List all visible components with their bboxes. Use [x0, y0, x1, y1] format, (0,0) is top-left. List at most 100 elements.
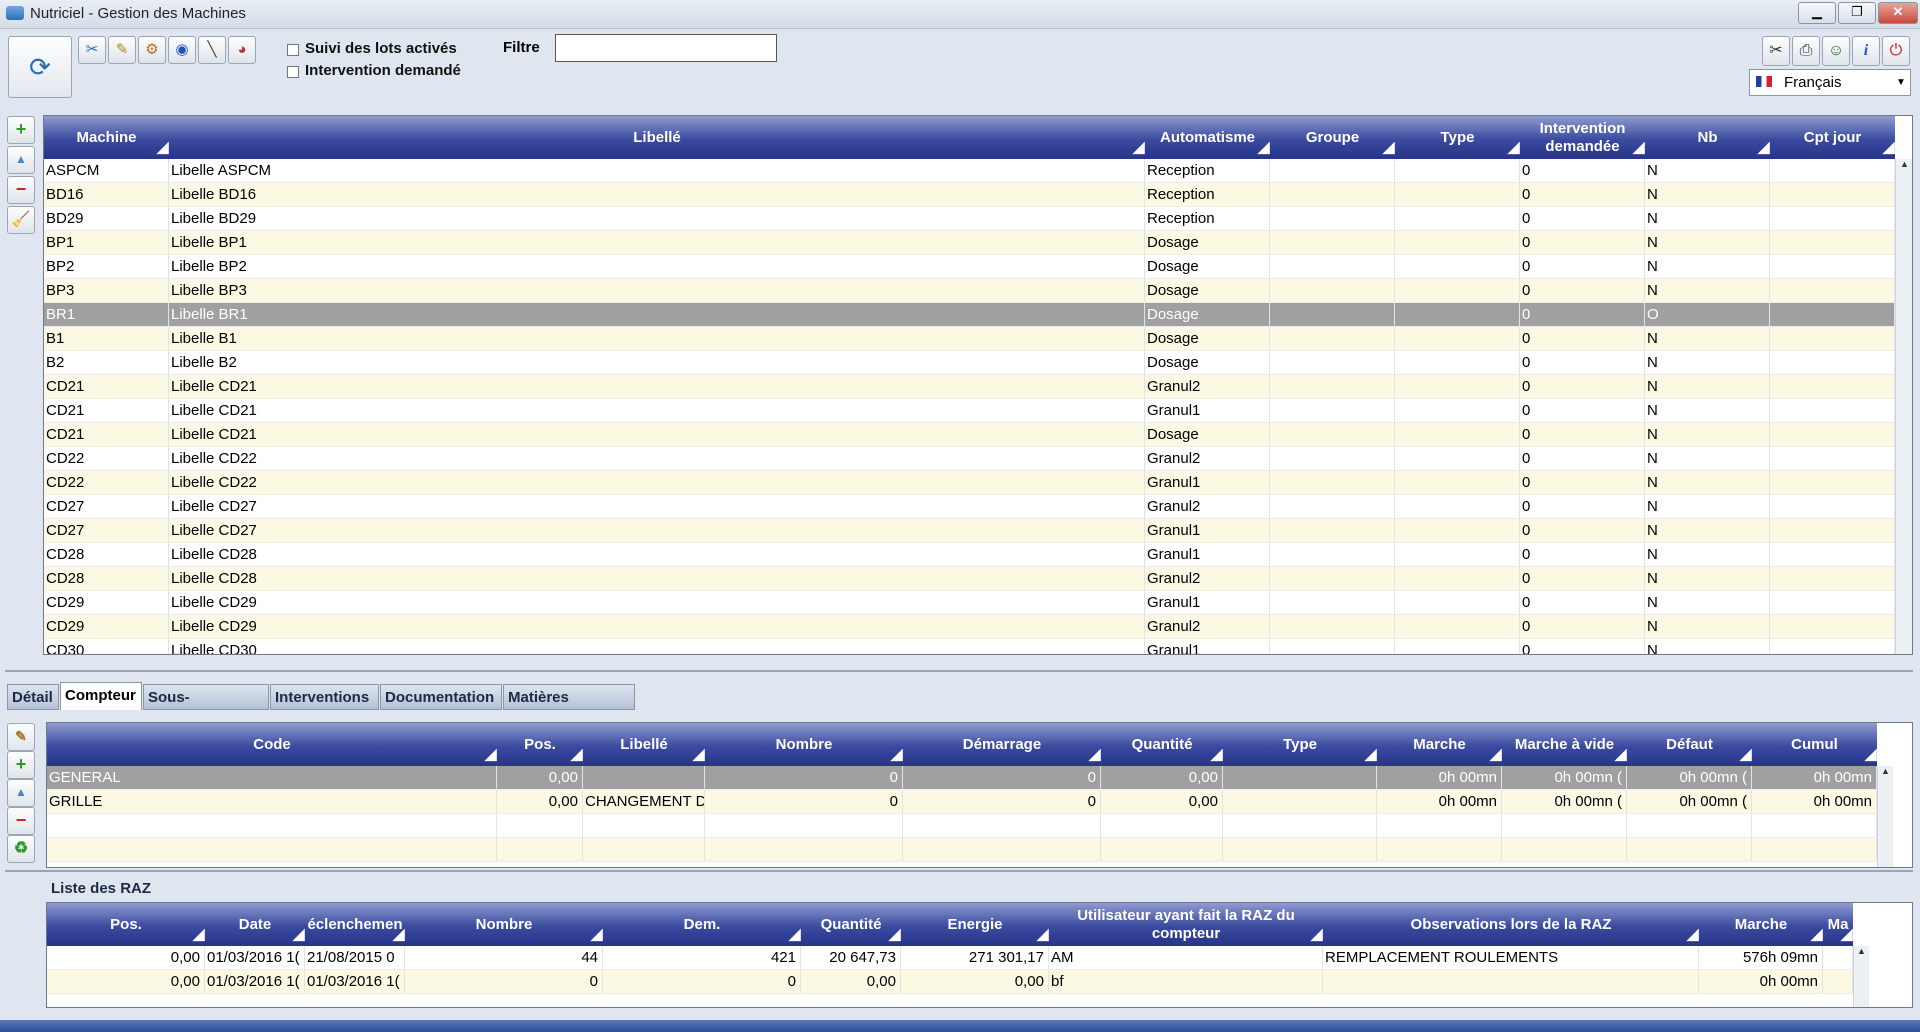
sort-pin-icon[interactable]: ◢: [1633, 138, 1645, 156]
column-header[interactable]: Quantité: [1101, 723, 1223, 766]
column-header[interactable]: Libellé: [169, 116, 1145, 159]
table-row[interactable]: CD21 Libelle CD21 Granul1 0 N: [44, 399, 1895, 423]
column-header[interactable]: Intervention demandée: [1520, 116, 1645, 159]
table-row[interactable]: GENERAL 0,00 0 0 0,00 0h 00mn 0h 00mn (0h 00mn…: [47, 766, 1877, 790]
column-header[interactable]: Energie: [901, 903, 1049, 946]
compteur-up-button[interactable]: ▲: [7, 779, 35, 807]
column-header[interactable]: Type: [1395, 116, 1520, 159]
layers-icon[interactable]: ◉: [168, 36, 196, 64]
sort-pin-icon[interactable]: ◢: [1258, 138, 1270, 156]
language-select[interactable]: Français ▼: [1749, 69, 1911, 96]
table-row[interactable]: CD30 Libelle CD30 Granul1 0 N: [44, 639, 1895, 654]
scroll-up-icon[interactable]: ▲: [1854, 946, 1869, 956]
column-header[interactable]: Défaut: [1627, 723, 1752, 766]
table-row[interactable]: ASPCM Libelle ASPCM Reception 0 N: [44, 159, 1895, 183]
sort-pin-icon[interactable]: ◢: [789, 925, 801, 943]
chart-pie-icon[interactable]: ◕: [228, 36, 256, 64]
lots-checkbox[interactable]: [287, 44, 299, 56]
column-header[interactable]: Nombre: [705, 723, 903, 766]
table-row[interactable]: [47, 838, 1877, 862]
tab-documentation[interactable]: Documentation: [380, 684, 502, 710]
sort-pin-icon[interactable]: ◢: [1133, 138, 1145, 156]
column-header[interactable]: Automatisme: [1145, 116, 1270, 159]
sort-pin-icon[interactable]: ◢: [1508, 138, 1520, 156]
column-header[interactable]: Marche à vide: [1502, 723, 1627, 766]
scroll-up-icon[interactable]: ▲: [1878, 766, 1893, 776]
tab-sous-ensembles[interactable]: Sous-Ensembles: [143, 684, 269, 732]
table-row[interactable]: BD29 Libelle BD29 Reception 0 N: [44, 207, 1895, 231]
print-icon[interactable]: ⎙: [1792, 36, 1820, 66]
table-row[interactable]: CD29 Libelle CD29 Granul2 0 N: [44, 615, 1895, 639]
tab-interventions[interactable]: Interventions: [270, 684, 379, 710]
table-row[interactable]: CD21 Libelle CD21 Granul2 0 N: [44, 375, 1895, 399]
table-row[interactable]: GRILLE 0,00 CHANGEMENT DE 0 0 0,00 0h 00mn 0h 0…: [47, 790, 1877, 814]
sort-pin-icon[interactable]: ◢: [485, 745, 497, 763]
table-row[interactable]: 0,00 01/03/2016 1(01/03/2016 1(0 0 0,00 0,00…: [47, 970, 1853, 994]
column-header[interactable]: Groupe: [1270, 116, 1395, 159]
sort-pin-icon[interactable]: ◢: [693, 745, 705, 763]
tab-compteur[interactable]: Compteur: [60, 682, 142, 710]
remove-machine-button[interactable]: −: [7, 176, 35, 204]
column-header[interactable]: Utilisateur ayant fait la RAZ du compteu…: [1049, 903, 1323, 946]
table-row[interactable]: CD27 Libelle CD27 Granul2 0 N: [44, 495, 1895, 519]
add-compteur-button[interactable]: +: [7, 751, 35, 779]
table-row[interactable]: CD22 Libelle CD22 Granul2 0 N: [44, 447, 1895, 471]
sort-pin-icon[interactable]: ◢: [889, 925, 901, 943]
column-header[interactable]: Pos.: [47, 903, 205, 946]
column-header[interactable]: Type: [1223, 723, 1377, 766]
column-header[interactable]: Nombre: [405, 903, 603, 946]
column-header[interactable]: Nb: [1645, 116, 1770, 159]
column-header[interactable]: Code: [47, 723, 497, 766]
sort-pin-icon[interactable]: ◢: [1687, 925, 1699, 943]
column-header[interactable]: Quantité: [801, 903, 901, 946]
sort-pin-icon[interactable]: ◢: [293, 925, 305, 943]
table-row[interactable]: CD21 Libelle CD21 Dosage 0 N: [44, 423, 1895, 447]
sort-pin-icon[interactable]: ◢: [1311, 925, 1323, 943]
column-header[interactable]: Marche: [1377, 723, 1502, 766]
move-up-button[interactable]: ▲: [7, 146, 35, 174]
sort-pin-icon[interactable]: ◢: [1740, 745, 1752, 763]
column-header[interactable]: Observations lors de la RAZ: [1323, 903, 1699, 946]
column-header[interactable]: Date: [205, 903, 305, 946]
table-row[interactable]: BD16 Libelle BD16 Reception 0 N: [44, 183, 1895, 207]
column-header[interactable]: Machine: [44, 116, 169, 159]
edit-compteur-button[interactable]: ✎: [7, 723, 35, 751]
refresh-button[interactable]: ⟳: [8, 36, 72, 98]
column-header[interactable]: Dem.: [603, 903, 801, 946]
sort-pin-icon[interactable]: ◢: [1883, 138, 1895, 156]
sort-pin-icon[interactable]: ◢: [393, 925, 405, 943]
intervention-checkbox[interactable]: [287, 66, 299, 78]
raz-grid[interactable]: Pos. ◢ Date ◢ éclenchemen ◢ Nombre ◢ Dem. ◢ Quanti…: [46, 902, 1913, 1008]
table-row[interactable]: CD28 Libelle CD28 Granul2 0 N: [44, 567, 1895, 591]
filter-input[interactable]: [555, 34, 777, 62]
reset-compteur-button[interactable]: ♻: [7, 835, 35, 863]
sort-pin-icon[interactable]: ◢: [1383, 138, 1395, 156]
sort-pin-icon[interactable]: ◢: [571, 745, 583, 763]
tab-détail[interactable]: Détail: [7, 684, 59, 710]
table-row[interactable]: BP3 Libelle BP3 Dosage 0 N: [44, 279, 1895, 303]
minimize-button[interactable]: ▁: [1798, 2, 1836, 24]
maximize-button[interactable]: ❐: [1838, 2, 1876, 24]
sort-pin-icon[interactable]: ◢: [1615, 745, 1627, 763]
add-machine-button[interactable]: +: [7, 116, 35, 144]
vertical-scrollbar[interactable]: ▲: [1877, 766, 1893, 867]
sort-pin-icon[interactable]: ◢: [1841, 925, 1853, 943]
table-row[interactable]: CD27 Libelle CD27 Granul1 0 N: [44, 519, 1895, 543]
machines-grid[interactable]: Machine ◢ Libellé ◢ Automatisme ◢ Groupe ◢ Type ◢…: [43, 115, 1913, 655]
column-header[interactable]: Libellé: [583, 723, 705, 766]
scroll-up-icon[interactable]: ▲: [1896, 159, 1912, 169]
clear-button[interactable]: 🧹: [7, 206, 35, 234]
remove-compteur-button[interactable]: −: [7, 807, 35, 835]
column-header[interactable]: Démarrage: [903, 723, 1101, 766]
users-icon[interactable]: ☺: [1822, 36, 1850, 66]
table-row[interactable]: 0,00 01/03/2016 1(21/08/2015 0 44 421 20 647…: [47, 946, 1853, 970]
table-row[interactable]: BP1 Libelle BP1 Dosage 0 N: [44, 231, 1895, 255]
compteur-grid[interactable]: Code ◢ Pos. ◢ Libellé ◢ Nombre ◢ Démarrage ◢ Quant…: [46, 722, 1913, 868]
tools-icon[interactable]: ✂: [78, 36, 106, 64]
table-row[interactable]: CD28 Libelle CD28 Granul1 0 N: [44, 543, 1895, 567]
wand-icon[interactable]: ╲: [198, 36, 226, 64]
sort-pin-icon[interactable]: ◢: [1490, 745, 1502, 763]
sort-pin-icon[interactable]: ◢: [591, 925, 603, 943]
sort-pin-icon[interactable]: ◢: [1211, 745, 1223, 763]
sort-pin-icon[interactable]: ◢: [1365, 745, 1377, 763]
